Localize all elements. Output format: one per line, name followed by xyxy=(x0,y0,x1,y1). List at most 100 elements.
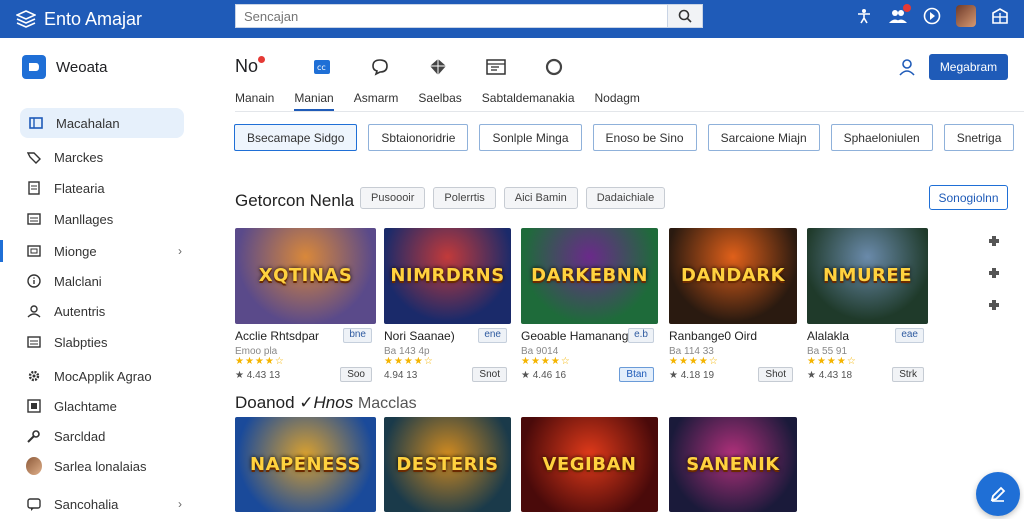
sidebar-item-label: Marckes xyxy=(54,149,104,165)
sidebar-item-label: Slabpties xyxy=(54,334,108,350)
game-thumbnail[interactable]: DANDARK xyxy=(669,228,797,324)
filter-button[interactable]: Sonlple Minga xyxy=(479,124,582,151)
game-card-button[interactable]: Strk xyxy=(892,367,924,382)
game-card-button[interactable]: Btan xyxy=(619,367,654,382)
tab-2[interactable]: Asmarm xyxy=(354,91,399,111)
list-icon xyxy=(26,334,42,350)
sidebar-item-1[interactable]: Marckes xyxy=(0,142,200,172)
search-bar xyxy=(235,4,703,28)
tab-divider xyxy=(235,111,1024,112)
sidebar-item-label: Manllages xyxy=(54,211,114,227)
game-thumbnail[interactable]: DESTERIS xyxy=(384,417,511,512)
tab-0[interactable]: Manain xyxy=(235,91,274,111)
sidebar-item-5[interactable]: Malclani xyxy=(0,266,200,296)
filter-button[interactable]: Sphaeloniulen xyxy=(830,124,933,151)
game-title: Ranbange0 Oird xyxy=(669,329,758,343)
layout-tool-button[interactable] xyxy=(467,58,525,75)
tab-3[interactable]: Saelbas xyxy=(418,91,461,111)
filter-button[interactable]: Sarcaione Miajn xyxy=(707,124,820,151)
sidebar-item-8[interactable]: MocApplik Agrao xyxy=(0,361,200,391)
game-thumbnail[interactable]: DARKEBNN xyxy=(521,228,658,324)
code-tool-button[interactable]: cc xyxy=(293,59,351,74)
sidebar-item-label: Mionge xyxy=(54,243,97,259)
sidebar-item-label: Malclani xyxy=(54,273,102,289)
game-thumbnail[interactable]: XQTINAS xyxy=(235,228,376,324)
chip-group: Pusoooir Polerrtis Aici Bamin Dadaichiale xyxy=(360,187,666,209)
gem-tool-button[interactable] xyxy=(409,58,467,76)
game-card-button[interactable]: Snot xyxy=(472,367,507,382)
game-art-title: VEGIBAN xyxy=(542,453,637,475)
sidebar-item-6[interactable]: Autentris xyxy=(0,296,200,326)
accessibility-icon[interactable] xyxy=(854,6,874,26)
list-icon xyxy=(26,211,42,227)
sidebar-item-3[interactable]: Manllages xyxy=(0,204,200,234)
game-title: Nori Saanae) xyxy=(384,329,455,343)
tab-5[interactable]: Nodagm xyxy=(595,91,640,111)
puzzle-icon[interactable] xyxy=(987,234,1001,248)
compass-icon[interactable] xyxy=(922,6,942,26)
gear-icon xyxy=(26,368,42,384)
sidebar-item-2[interactable]: Flatearia xyxy=(0,173,200,203)
sidebar-item-9[interactable]: Glachtame xyxy=(0,391,200,421)
filter-chip[interactable]: Aici Bamin xyxy=(503,187,578,209)
wrench-icon xyxy=(26,428,42,444)
game-title: Alalakla xyxy=(807,329,850,343)
tab-4[interactable]: Sabtaldemanakia xyxy=(482,91,575,111)
sidebar-header[interactable]: Weoata xyxy=(0,38,200,96)
brand[interactable]: Ento Amajar xyxy=(0,9,234,30)
sidebar-item-11[interactable]: Sarlea lonalaias xyxy=(0,451,200,481)
user-icon[interactable] xyxy=(898,58,916,81)
game-thumbnail[interactable]: NAPENESS xyxy=(235,417,376,512)
filter-chip[interactable]: Pusoooir xyxy=(360,187,426,209)
folder-icon xyxy=(26,243,42,259)
chat-tool-button[interactable] xyxy=(351,58,409,76)
avatar[interactable] xyxy=(956,5,976,27)
game-card-button[interactable]: Soo xyxy=(340,367,372,382)
game-card[interactable]: DANDARK Ranbange0 Oird Ba 114 33 ★★★★☆ ★ 4.1… xyxy=(669,228,797,384)
game-card[interactable]: NMUREE Alalakla eae Ba 55 91 ★★★★☆ ★ 4.43 18 S… xyxy=(807,228,928,384)
section-action-button[interactable]: Sonogiolnn xyxy=(929,185,1008,210)
game-art-title: NIMRDRNS xyxy=(390,265,505,286)
sidebar-item-10[interactable]: Sarcldad xyxy=(0,421,200,451)
game-card[interactable]: XQTINAS Acclie Rhtsdpar bne Emoo pla ★★★★☆ ★ … xyxy=(235,228,376,384)
filter-button[interactable]: Enoso be Sino xyxy=(592,124,697,151)
sidebar-item-0[interactable]: Macahalan xyxy=(20,108,184,138)
code-icon: cc xyxy=(314,59,330,74)
section-2-title: Doanod ✓Hnos Macclas xyxy=(235,393,417,412)
filter-chip[interactable]: Dadaichiale xyxy=(585,187,666,209)
filter-button[interactable]: Bsecamape Sidgo xyxy=(234,124,358,151)
sidebar-item-label: MocApplik Agrao xyxy=(54,368,152,384)
store-icon[interactable] xyxy=(990,6,1010,26)
tab-1[interactable]: Manian xyxy=(294,91,334,111)
register-button[interactable]: Megabram xyxy=(929,54,1008,80)
game-thumbnail[interactable]: SANENIK xyxy=(669,417,797,512)
notification-dot xyxy=(258,56,265,63)
game-title: Acclie Rhtsdpar xyxy=(235,329,320,343)
game-card[interactable]: NIMRDRNS Nori Saanae) ene Ba 143 4p ★★★★☆ 4.9… xyxy=(384,228,511,384)
game-art-title: XQTINAS xyxy=(258,265,353,286)
game-card-button[interactable]: Shot xyxy=(758,367,793,382)
filter-button[interactable]: Sbtaionoridrie xyxy=(368,124,469,151)
rating-text: ★ 4.43 13 xyxy=(235,370,281,381)
circle-tool-button[interactable] xyxy=(525,58,583,76)
filter-chip[interactable]: Polerrtis xyxy=(433,187,496,209)
game-card[interactable]: DARKEBNN Geoable Hamanang e.b Ba 9014 ★★★★☆ ★… xyxy=(521,228,658,384)
puzzle-icon[interactable] xyxy=(987,266,1001,280)
puzzle-icon[interactable] xyxy=(987,298,1001,312)
users-icon[interactable] xyxy=(888,4,911,26)
profile-icon xyxy=(26,303,42,319)
search-input[interactable] xyxy=(235,4,667,28)
sidebar-item-7[interactable]: Slabpties xyxy=(0,327,200,357)
compose-button[interactable] xyxy=(976,472,1020,516)
filter-button[interactable]: Snetriga xyxy=(943,124,1015,151)
game-thumbnail[interactable]: NMUREE xyxy=(807,228,928,324)
sidebar-item-4[interactable]: Mionge › xyxy=(0,236,200,266)
sidebar-item-12[interactable]: Sancohalia › xyxy=(0,489,200,519)
sidebar-item-label: Macahalan xyxy=(56,115,120,131)
game-thumbnail[interactable]: VEGIBAN xyxy=(521,417,658,512)
search-button[interactable] xyxy=(667,4,703,28)
game-thumbnail[interactable]: NIMRDRNS xyxy=(384,228,511,324)
game-tag: eae xyxy=(895,328,924,343)
game-art-title: NAPENESS xyxy=(250,453,361,475)
game-tag: e.b xyxy=(628,328,654,343)
